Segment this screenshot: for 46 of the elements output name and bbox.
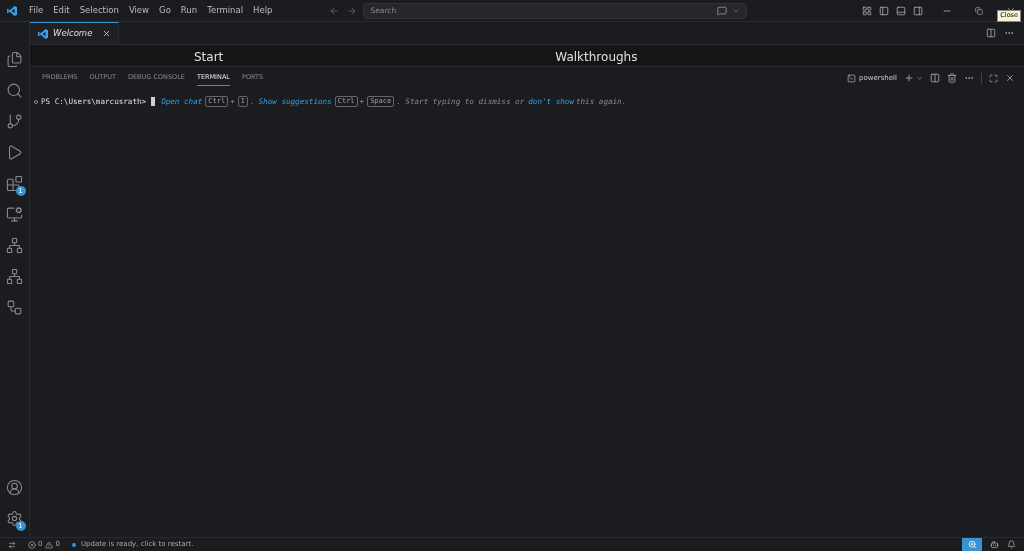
branch-icon[interactable] [6, 113, 23, 130]
editor-tab[interactable]: Welcome [30, 22, 120, 44]
menu-item[interactable]: Run [175, 4, 203, 17]
menu-item[interactable]: Terminal [202, 4, 249, 17]
menu-item[interactable]: File [24, 4, 49, 17]
network-icon[interactable] [6, 268, 23, 285]
chevron-icon[interactable] [916, 74, 923, 82]
split-icon[interactable] [930, 73, 940, 83]
menu-item[interactable]: Selection [74, 4, 124, 17]
panel-left-icon[interactable] [879, 5, 889, 16]
zoom-icon[interactable] [967, 540, 977, 549]
layout-icon[interactable] [862, 5, 872, 16]
menu-item[interactable]: View [123, 4, 155, 17]
section-heading: Start [194, 50, 224, 65]
network-icon[interactable] [6, 237, 23, 254]
search-icon[interactable] [6, 82, 23, 99]
close-icon[interactable] [102, 29, 112, 38]
panel-bottom-icon[interactable] [896, 5, 906, 16]
restore-icon[interactable] [975, 6, 983, 15]
section-heading: Walkthroughs [555, 50, 638, 65]
monitor-icon[interactable] [6, 206, 23, 223]
remote-icon[interactable] [8, 540, 16, 549]
error-icon[interactable] [28, 540, 36, 549]
menu-item[interactable]: Edit [48, 4, 75, 17]
cursor [151, 97, 156, 107]
logo-icon [37, 27, 49, 40]
chat-icon[interactable] [717, 5, 728, 16]
terminal-icon[interactable] [847, 73, 857, 83]
logo-icon [6, 4, 18, 17]
warning-icon[interactable] [45, 540, 54, 549]
maximize-icon[interactable] [989, 73, 998, 83]
play-icon[interactable] [6, 144, 23, 161]
account-icon[interactable] [6, 479, 23, 496]
settings-icon[interactable] [6, 510, 23, 527]
workflow-icon[interactable] [6, 299, 23, 316]
robot-icon[interactable] [990, 540, 999, 549]
panel-right-icon[interactable] [913, 5, 923, 16]
add-icon[interactable] [904, 73, 914, 83]
split-icon[interactable] [986, 28, 996, 38]
trash-icon[interactable] [947, 73, 957, 83]
blocks-icon[interactable] [6, 175, 23, 192]
files-icon[interactable] [6, 51, 23, 68]
close-icon[interactable] [1005, 73, 1015, 83]
menu-item[interactable]: Go [154, 4, 176, 17]
bell-icon[interactable] [1007, 540, 1016, 549]
menu-item[interactable]: Help [248, 4, 278, 17]
